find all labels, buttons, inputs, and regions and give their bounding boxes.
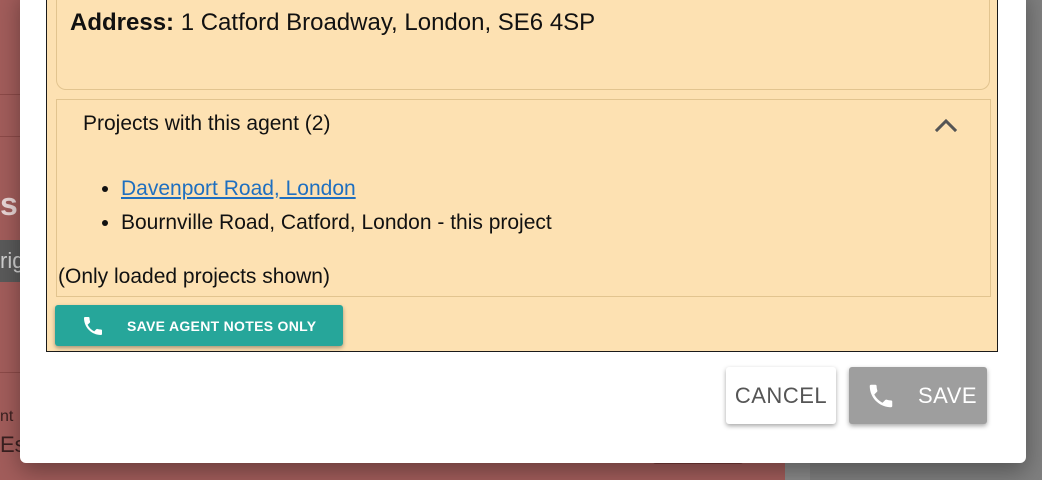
project-link-davenport[interactable]: Davenport Road, London xyxy=(121,177,356,200)
chevron-up-icon[interactable] xyxy=(934,116,958,134)
cancel-button[interactable]: CANCEL xyxy=(726,367,836,424)
project-item: Bournville Road, Catford, London - this … xyxy=(121,210,552,244)
save-agent-notes-button[interactable]: SAVE AGENT NOTES ONLY xyxy=(55,305,343,346)
address-value: 1 Catford Broadway, London, SE6 4SP xyxy=(180,9,596,36)
address-label: Address: xyxy=(70,9,175,36)
projects-note: (Only loaded projects shown) xyxy=(58,265,330,288)
save-label: SAVE xyxy=(918,382,978,408)
background-divider xyxy=(0,94,20,95)
projects-list: Davenport Road, London Bournville Road, … xyxy=(103,176,552,244)
background-divider xyxy=(0,136,20,137)
phone-icon xyxy=(84,316,102,335)
projects-accordion: Projects with this agent (2) Davenport R… xyxy=(56,99,991,297)
agent-dialog: Address: 1 Catford Broadway, London, SE6… xyxy=(20,0,1026,463)
background-chip-fragment: rig xyxy=(0,240,20,282)
projects-header[interactable]: Projects with this agent (2) xyxy=(83,112,330,136)
background-heading-fragment: s xyxy=(0,186,18,222)
save-agent-notes-label: SAVE AGENT NOTES ONLY xyxy=(127,317,317,334)
phone-icon xyxy=(869,384,893,407)
background-divider xyxy=(0,372,20,373)
background-label-fragment: nt xyxy=(0,408,14,425)
project-item: Davenport Road, London xyxy=(121,176,552,210)
save-button[interactable]: SAVE xyxy=(849,367,987,424)
agent-details-panel: Address: 1 Catford Broadway, London, SE6… xyxy=(46,0,998,352)
agent-address-card: Address: 1 Catford Broadway, London, SE6… xyxy=(56,0,990,90)
agent-address: Address: 1 Catford Broadway, London, SE6… xyxy=(70,9,595,37)
project-current: Bournville Road, Catford, London - this … xyxy=(121,211,552,234)
